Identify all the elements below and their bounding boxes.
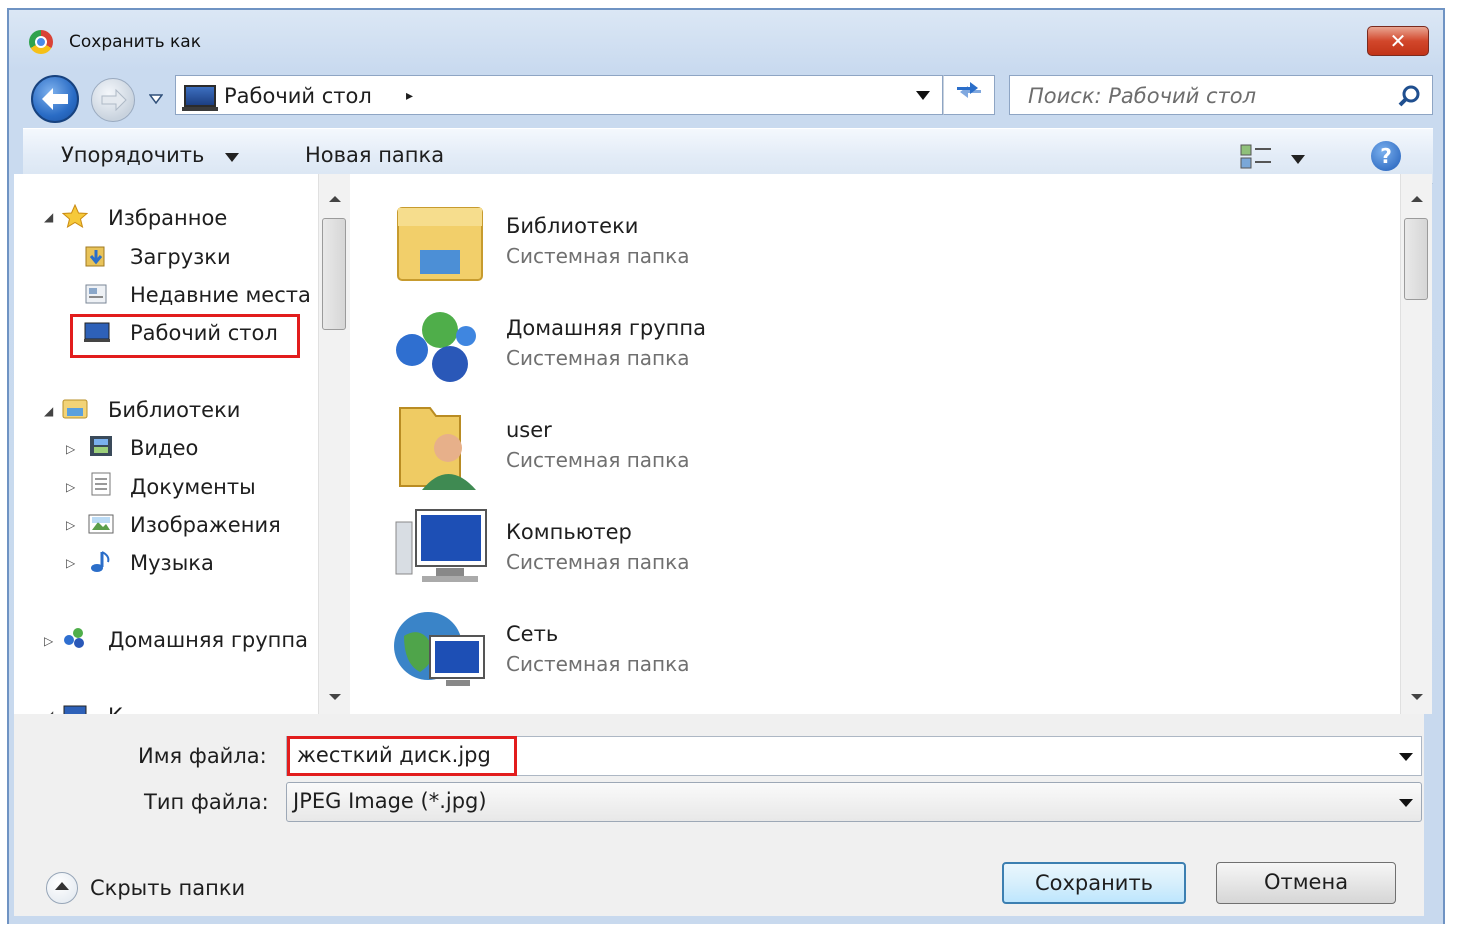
user-folder-icon <box>399 407 476 490</box>
homegroup-icon <box>64 628 84 648</box>
sidebar-item-recent-places[interactable]: Недавние места <box>130 283 311 307</box>
sidebar-item-desktop[interactable]: Рабочий стол <box>130 321 278 345</box>
sidebar-item-downloads[interactable]: Загрузки <box>130 245 231 269</box>
computer-icon <box>395 509 487 582</box>
recent-places-icon <box>85 284 107 304</box>
view-dropdown-icon[interactable] <box>1291 155 1305 164</box>
title-bar: Сохранить как ✕ <box>9 10 1443 72</box>
filename-value[interactable]: жесткий диск.jpg <box>297 743 491 767</box>
item-type: Системная папка <box>506 448 690 472</box>
item-name: Сеть <box>506 622 559 646</box>
expand-music-icon[interactable]: ▷ <box>66 556 75 570</box>
organize-dropdown-icon[interactable] <box>225 153 239 162</box>
scroll-up-arrow[interactable] <box>1411 196 1423 202</box>
sidebar-item-documents[interactable]: Документы <box>130 475 256 499</box>
network-icon <box>394 612 485 686</box>
sidebar-item-favorites[interactable]: Избранное <box>108 206 227 230</box>
scroll-down-arrow[interactable] <box>1411 694 1423 700</box>
filename-label: Имя файла: <box>138 744 267 768</box>
hide-folders-icon[interactable] <box>46 872 78 904</box>
navigation-bar: Рабочий стол ▸ Поиск: Рабочий стол <box>9 72 1443 123</box>
filename-dropdown-icon[interactable] <box>1399 753 1413 761</box>
address-bar[interactable]: Рабочий стол ▸ <box>175 75 943 115</box>
help-button[interactable]: ? <box>1371 141 1401 171</box>
item-type: Системная папка <box>506 244 690 268</box>
homegroup-icon <box>396 312 476 382</box>
scrollbar-thumb[interactable] <box>322 218 346 330</box>
save-form: Имя файла: жесткий диск.jpg Тип файла: J… <box>14 714 1424 916</box>
file-list-scrollbar[interactable] <box>1400 174 1432 714</box>
collapse-libraries-icon[interactable]: ◢ <box>44 404 53 418</box>
scroll-up-arrow[interactable] <box>329 196 341 202</box>
favorites-star-icon <box>62 204 88 228</box>
new-folder-button[interactable]: Новая папка <box>305 143 444 167</box>
item-name: Компьютер <box>506 520 632 544</box>
file-list: Библиотеки Системная папка Домашняя груп… <box>350 174 1400 714</box>
back-arrow-icon <box>42 88 68 110</box>
libraries-icon <box>397 207 483 281</box>
navigation-pane: ◢ Избранное Загрузки Недавние места Рабо… <box>14 174 332 714</box>
search-placeholder: Поиск: Рабочий стол <box>1028 84 1257 108</box>
save-button[interactable]: Сохранить <box>1002 862 1186 904</box>
sidebar-item-homegroup[interactable]: Домашняя группа <box>108 628 308 652</box>
sidebar-item-pictures[interactable]: Изображения <box>130 513 281 537</box>
address-text: Рабочий стол <box>224 84 372 108</box>
item-type: Системная папка <box>506 652 690 676</box>
music-library-icon <box>91 551 110 572</box>
video-library-icon <box>90 436 112 456</box>
hide-folders-button[interactable]: Скрыть папки <box>90 876 245 900</box>
pictures-library-icon <box>88 514 114 534</box>
scroll-down-arrow[interactable] <box>329 694 341 700</box>
filetype-select[interactable]: JPEG Image (*.jpg) <box>286 782 1422 822</box>
list-item[interactable]: user Системная папка <box>390 402 910 494</box>
filename-field[interactable]: жесткий диск.jpg <box>286 736 1422 776</box>
forward-button[interactable] <box>91 78 135 122</box>
expand-videos-icon[interactable]: ▷ <box>66 442 75 456</box>
sidebar-item-libraries[interactable]: Библиотеки <box>108 398 240 422</box>
list-item[interactable]: Библиотеки Системная папка <box>390 198 910 290</box>
search-icon[interactable] <box>1398 84 1422 108</box>
recent-pages-dropdown-icon[interactable] <box>149 94 163 104</box>
sidebar-item-computer[interactable]: К <box>108 704 123 714</box>
documents-library-icon <box>91 472 111 496</box>
navigation-scrollbar[interactable] <box>318 174 350 714</box>
cancel-button[interactable]: Отмена <box>1216 862 1396 904</box>
expand-documents-icon[interactable]: ▷ <box>66 480 75 494</box>
view-options-icon[interactable] <box>1239 143 1273 171</box>
back-button[interactable] <box>31 75 79 123</box>
downloads-icon <box>85 246 105 267</box>
window-title: Сохранить как <box>69 32 201 52</box>
organize-button[interactable]: Упорядочить <box>61 143 204 167</box>
sidebar-item-videos[interactable]: Видео <box>130 436 198 460</box>
item-name: user <box>506 418 552 442</box>
address-dropdown-icon[interactable] <box>916 91 930 100</box>
list-item[interactable]: Домашняя группа Системная папка <box>390 300 910 392</box>
libraries-icon <box>62 399 88 419</box>
item-type: Системная папка <box>506 550 690 574</box>
close-button[interactable]: ✕ <box>1367 26 1429 56</box>
breadcrumb-separator[interactable]: ▸ <box>406 88 413 104</box>
scrollbar-thumb[interactable] <box>1404 218 1428 300</box>
list-item[interactable]: Компьютер Системная папка <box>390 504 910 596</box>
filetype-value: JPEG Image (*.jpg) <box>293 789 487 813</box>
filetype-label: Тип файла: <box>144 790 269 814</box>
list-item[interactable]: Сеть Системная папка <box>390 606 910 698</box>
refresh-button[interactable] <box>943 75 995 115</box>
item-name: Домашняя группа <box>506 316 706 340</box>
desktop-icon <box>84 322 110 342</box>
computer-icon <box>63 705 87 714</box>
filetype-dropdown-icon[interactable] <box>1399 799 1413 807</box>
desktop-icon <box>182 85 218 111</box>
item-type: Системная папка <box>506 346 690 370</box>
sidebar-item-music[interactable]: Музыка <box>130 551 214 575</box>
expand-homegroup-icon[interactable]: ▷ <box>44 634 53 648</box>
search-box[interactable]: Поиск: Рабочий стол <box>1009 75 1433 115</box>
refresh-icon <box>957 82 981 98</box>
forward-arrow-icon <box>101 88 127 112</box>
chrome-icon <box>29 30 53 54</box>
expand-pictures-icon[interactable]: ▷ <box>66 518 75 532</box>
item-name: Библиотеки <box>506 214 639 238</box>
collapse-favorites-icon[interactable]: ◢ <box>44 210 53 224</box>
